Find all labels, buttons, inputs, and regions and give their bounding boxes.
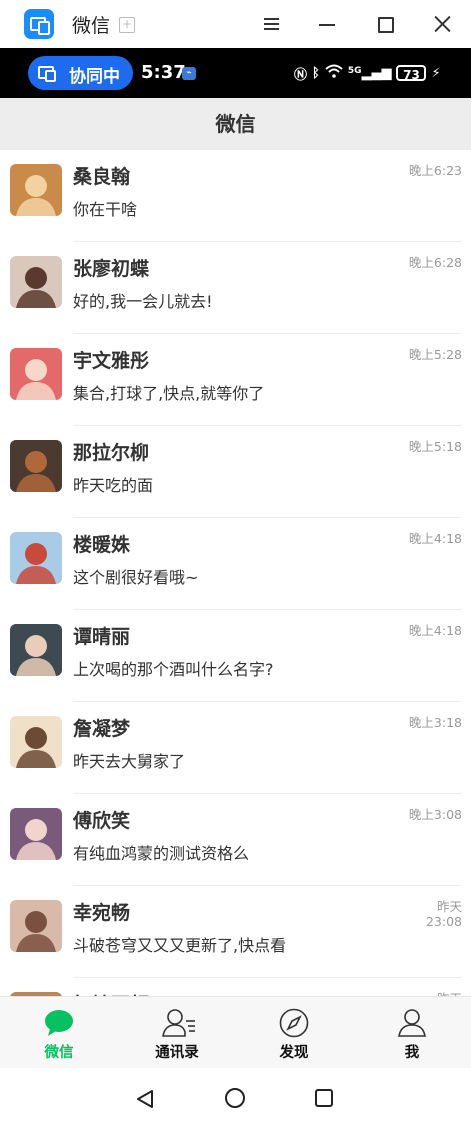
tab-me[interactable]: 我 bbox=[353, 997, 471, 1069]
collab-app-icon bbox=[24, 9, 54, 39]
contact-name: 张廖初蝶 bbox=[73, 258, 150, 280]
avatar[interactable] bbox=[10, 532, 62, 584]
contact-name: 傅欣笑 bbox=[73, 810, 131, 832]
chat-bubble-icon bbox=[44, 1008, 74, 1038]
contact-name: 楼暖姝 bbox=[73, 534, 131, 556]
chat-row[interactable]: 谭晴丽上次喝的那个酒叫什么名字? 晚上4:18 bbox=[0, 610, 471, 702]
message-time: 晚上3:08 bbox=[408, 807, 462, 822]
compass-icon bbox=[279, 1008, 309, 1038]
contact-name: 宇文雅彤 bbox=[73, 350, 150, 372]
nfc-icon: Ⓝ bbox=[294, 67, 308, 83]
page-title: 微信 bbox=[0, 98, 471, 150]
phone-status-bar: 协同中 5:37 ⌁ Ⓝ ᛒ 5G▂▄▆ 73 ⚡ bbox=[0, 48, 471, 98]
contact-name: 詹凝梦 bbox=[73, 718, 131, 740]
message-time: 晚上4:18 bbox=[408, 531, 462, 546]
avatar[interactable] bbox=[10, 440, 62, 492]
message-time: 晚上6:28 bbox=[408, 255, 462, 270]
battery-icon: 73 bbox=[396, 65, 427, 82]
chat-row[interactable]: 打娃百顿昨天 bbox=[0, 978, 471, 996]
contact-name: 幸宛畅 bbox=[73, 902, 131, 924]
contact-name: 桑良翰 bbox=[73, 166, 131, 188]
avatar[interactable] bbox=[10, 256, 62, 308]
last-message: 昨天吃的面 bbox=[73, 476, 154, 495]
contact-name: 谭晴丽 bbox=[73, 626, 131, 648]
chat-list[interactable]: 桑良翰你在干啥 晚上6:23 张廖初蝶好的,我一会儿就去! 晚上6:28 宇文雅彤集合,… bbox=[0, 150, 471, 996]
chat-row[interactable]: 宇文雅彤集合,打球了,快点,就等你了 晚上5:28 bbox=[0, 334, 471, 426]
minimize-button[interactable] bbox=[313, 10, 341, 38]
avatar[interactable] bbox=[10, 624, 62, 676]
message-time: 晚上5:18 bbox=[408, 439, 462, 454]
last-message: 上次喝的那个酒叫什么名字? bbox=[73, 660, 274, 679]
message-time: 昨天 23:08 bbox=[425, 899, 462, 929]
recent-apps-icon[interactable] bbox=[315, 1089, 333, 1107]
tab-discover[interactable]: 发现 bbox=[235, 997, 353, 1069]
chat-row[interactable]: 那拉尔柳昨天吃的面 晚上5:18 bbox=[0, 426, 471, 518]
message-time: 晚上6:23 bbox=[408, 163, 462, 178]
message-time: 晚上3:18 bbox=[408, 715, 462, 730]
last-message: 你在干啥 bbox=[73, 200, 138, 219]
collab-status-pill[interactable]: 协同中 bbox=[28, 56, 133, 90]
person-icon bbox=[397, 1008, 427, 1038]
bottom-tab-bar: 微信 通讯录 发现 我 bbox=[0, 996, 471, 1068]
tab-label: 微信 bbox=[44, 1045, 74, 1061]
pin-window-icon[interactable]: + bbox=[119, 17, 135, 33]
chat-row[interactable]: 楼暖姝这个剧很好看哦~ 晚上4:18 bbox=[0, 518, 471, 610]
chat-row[interactable]: 幸宛畅斗破苍穹又又又更新了,快点看 昨天 23:08 bbox=[0, 886, 471, 978]
system-nav-bar bbox=[0, 1068, 471, 1129]
avatar[interactable] bbox=[10, 808, 62, 860]
home-icon[interactable] bbox=[225, 1088, 245, 1108]
avatar[interactable] bbox=[10, 348, 62, 400]
last-message: 集合,打球了,快点,就等你了 bbox=[73, 384, 265, 403]
chat-row[interactable]: 傅欣笑有纯血鸿蒙的测试资格么 晚上3:08 bbox=[0, 794, 471, 886]
wifi-icon bbox=[325, 64, 343, 82]
tab-wechat[interactable]: 微信 bbox=[0, 997, 118, 1069]
contacts-icon bbox=[162, 1008, 195, 1038]
message-time: 晚上4:18 bbox=[408, 623, 462, 638]
last-message: 好的,我一会儿就去! bbox=[73, 292, 213, 311]
message-time: 晚上5:28 bbox=[408, 347, 462, 362]
back-icon[interactable] bbox=[136, 1089, 154, 1113]
last-message: 斗破苍穹又又又更新了,快点看 bbox=[73, 936, 287, 955]
window-title: 微信 bbox=[72, 15, 111, 37]
avatar[interactable] bbox=[10, 716, 62, 768]
tab-label: 发现 bbox=[279, 1045, 309, 1061]
tab-label: 我 bbox=[404, 1045, 420, 1061]
avatar[interactable] bbox=[10, 900, 62, 952]
signal-icon: 5G▂▄▆ bbox=[347, 65, 392, 81]
last-message: 有纯血鸿蒙的测试资格么 bbox=[73, 844, 250, 863]
maximize-button[interactable] bbox=[371, 10, 399, 38]
usb-icon: ⌁ bbox=[182, 67, 196, 80]
chat-row[interactable]: 桑良翰你在干啥 晚上6:23 bbox=[0, 150, 471, 242]
tab-contacts[interactable]: 通讯录 bbox=[118, 997, 236, 1069]
chat-row[interactable]: 詹凝梦昨天去大舅家了 晚上3:18 bbox=[0, 702, 471, 794]
last-message: 昨天去大舅家了 bbox=[73, 752, 186, 771]
charging-icon: ⚡ bbox=[431, 65, 441, 81]
menu-icon[interactable] bbox=[258, 10, 286, 38]
bluetooth-icon: ᛒ bbox=[312, 65, 320, 81]
status-icons: Ⓝ ᛒ 5G▂▄▆ 73 ⚡ bbox=[294, 62, 441, 84]
contact-name: 那拉尔柳 bbox=[73, 442, 150, 464]
close-button[interactable] bbox=[428, 10, 456, 38]
collab-label: 协同中 bbox=[69, 67, 120, 87]
window-titlebar: 微信 + bbox=[0, 0, 471, 48]
avatar[interactable] bbox=[10, 164, 62, 216]
last-message: 这个剧很好看哦~ bbox=[73, 568, 199, 587]
tab-label: 通讯录 bbox=[155, 1045, 199, 1061]
status-time: 5:37 bbox=[141, 62, 186, 83]
chat-row[interactable]: 张廖初蝶好的,我一会儿就去! 晚上6:28 bbox=[0, 242, 471, 334]
